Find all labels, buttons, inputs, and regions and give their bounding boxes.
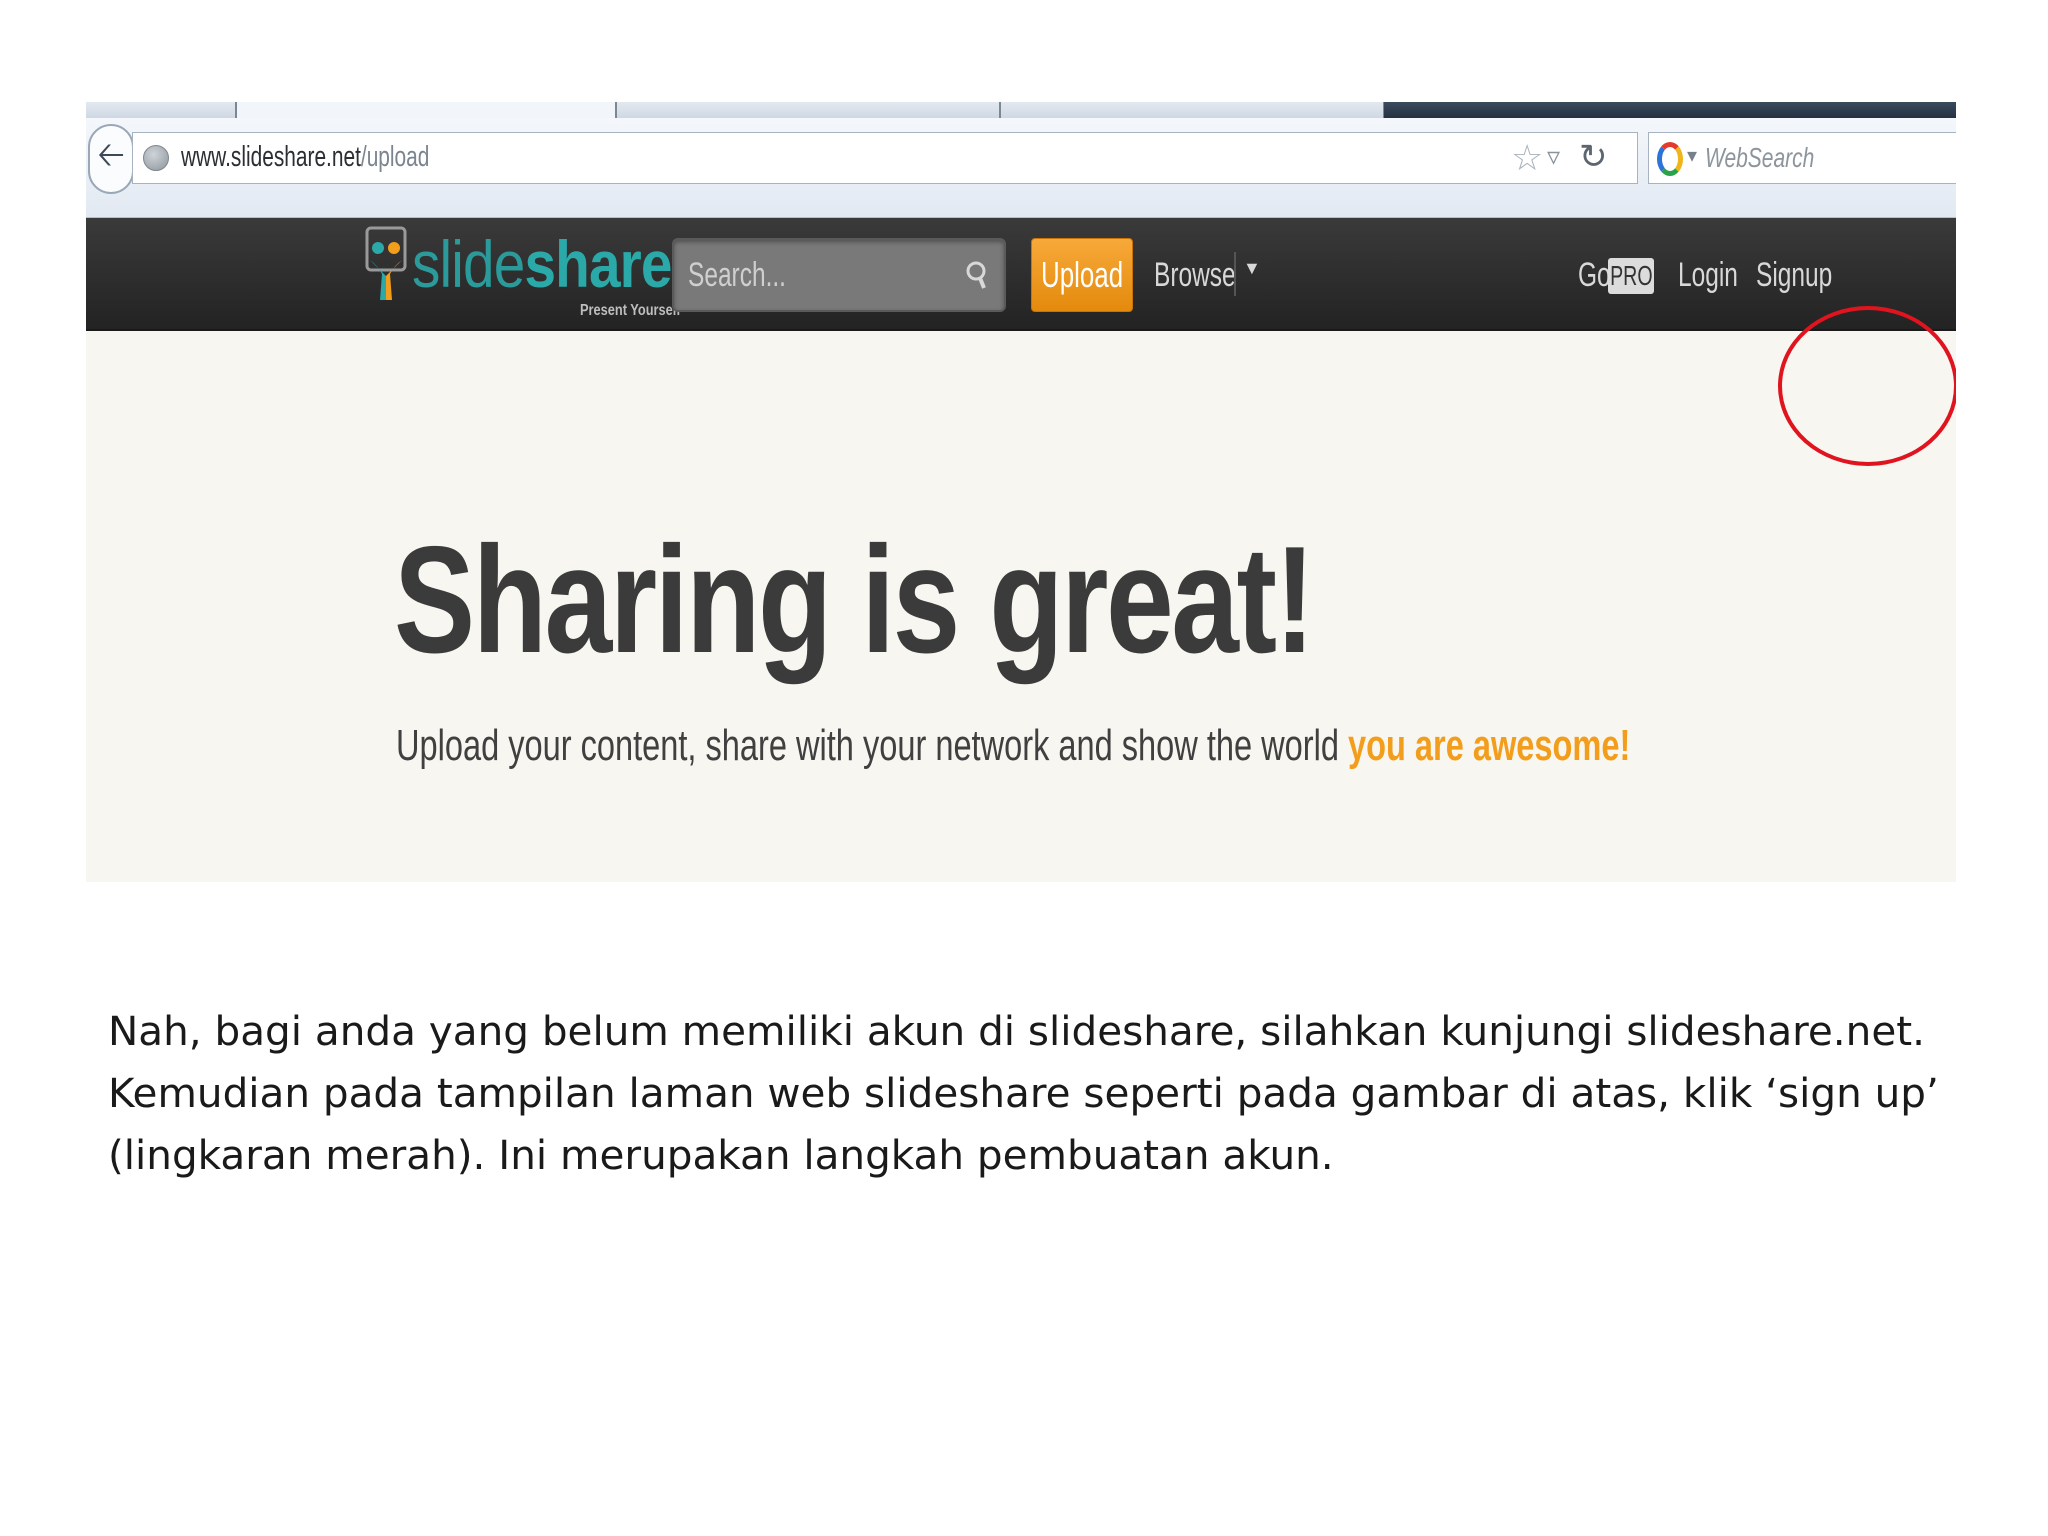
hero-subtitle: Upload your content, share with your net… xyxy=(396,721,1631,770)
site-search-placeholder: Search... xyxy=(688,256,786,294)
browser-tab[interactable] xyxy=(616,102,1000,118)
address-bar[interactable]: www.slideshare.net/upload ☆ ▿ ↻ xyxy=(132,132,1638,184)
hero-subtitle-accent: you are awesome! xyxy=(1347,721,1631,770)
signup-highlight-circle xyxy=(1778,306,1956,466)
slideshare-logo-icon[interactable] xyxy=(364,226,408,304)
search-engine-icon[interactable] xyxy=(1657,142,1683,176)
search-icon[interactable] xyxy=(964,258,990,292)
logo-tagline: Present Yourself xyxy=(580,302,681,319)
browse-link[interactable]: Browse xyxy=(1154,256,1236,295)
engine-dropdown-icon[interactable]: ▾ xyxy=(1687,143,1697,168)
url-text: www.slideshare.net/upload xyxy=(181,141,429,174)
browser-navbar: 🡠 www.slideshare.net/upload ☆ ▿ ↻ ▾ WebS… xyxy=(86,118,1956,218)
back-arrow-icon: 🡠 xyxy=(97,135,125,174)
browser-tab[interactable] xyxy=(1000,102,1384,118)
browser-search-bar[interactable]: ▾ WebSearch xyxy=(1648,132,1956,184)
back-button[interactable]: 🡠 xyxy=(88,124,134,194)
url-dropdown-icon[interactable]: ▿ xyxy=(1547,141,1560,172)
login-link[interactable]: Login xyxy=(1678,256,1738,295)
slideshare-logo-text[interactable]: slideshare xyxy=(412,226,672,302)
hero-title: Sharing is great! xyxy=(394,515,1315,685)
browser-tab-active[interactable] xyxy=(236,102,616,118)
browser-screenshot: 🡠 www.slideshare.net/upload ☆ ▿ ↻ ▾ WebS… xyxy=(86,102,1956,882)
upload-button[interactable]: Upload xyxy=(1031,238,1133,312)
reload-icon[interactable]: ↻ xyxy=(1579,137,1608,177)
site-search-input[interactable]: Search... xyxy=(672,238,1006,312)
hero-section: Sharing is great! Upload your content, s… xyxy=(86,331,1956,882)
slide-caption: Nah, bagi anda yang belum memiliki akun … xyxy=(108,1007,1939,1179)
signup-link[interactable]: Signup xyxy=(1756,256,1832,295)
chevron-down-icon[interactable]: ▼ xyxy=(1243,258,1261,279)
slideshare-header: slideshare Present Yourself Search... Up… xyxy=(86,218,1956,331)
browser-tab[interactable] xyxy=(86,102,236,118)
url-path: /upload xyxy=(360,141,430,173)
browse-divider xyxy=(1234,252,1236,296)
go-pro-link[interactable]: Go xyxy=(1578,256,1611,295)
bookmark-star-icon[interactable]: ☆ xyxy=(1511,137,1543,179)
tab-strip-empty xyxy=(1384,102,1956,118)
globe-icon xyxy=(143,145,169,171)
browser-search-placeholder: WebSearch xyxy=(1705,142,1815,173)
url-host: www.slideshare.net xyxy=(181,141,361,173)
pro-badge[interactable]: PRO xyxy=(1608,258,1654,294)
tab-strip xyxy=(86,102,1956,118)
